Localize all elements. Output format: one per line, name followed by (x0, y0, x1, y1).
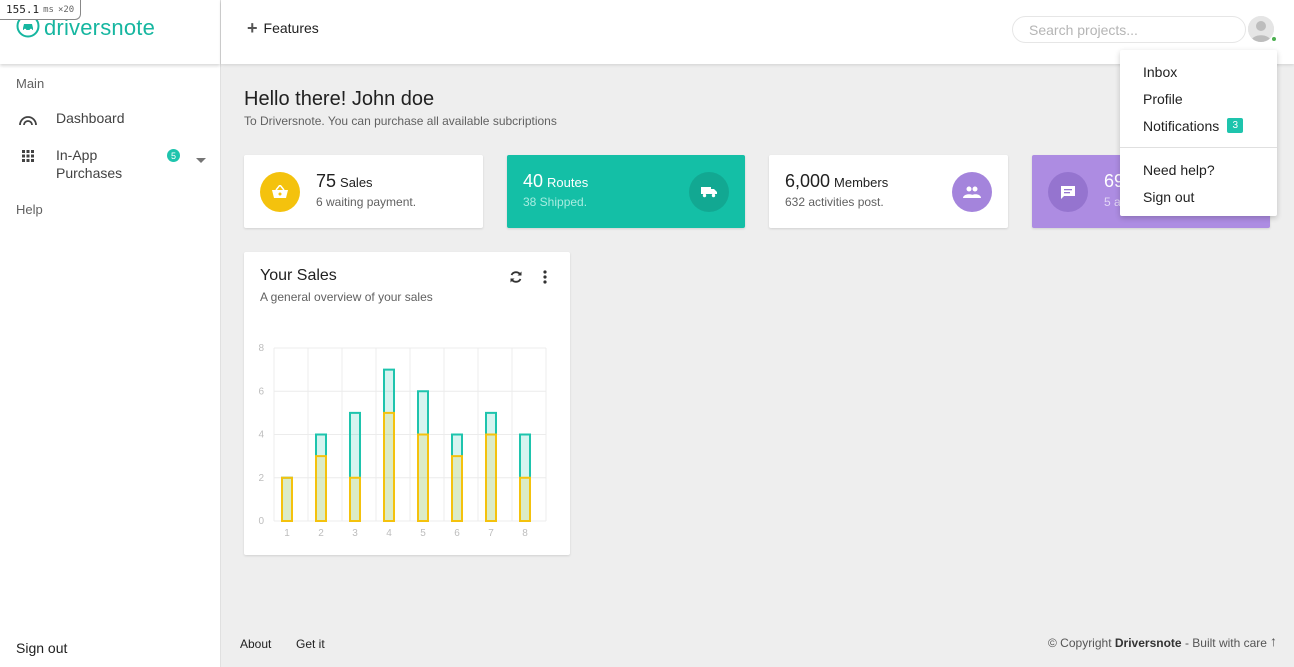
features-menu[interactable]: + Features (247, 18, 319, 38)
nav-section-main: Main (16, 76, 45, 91)
sidebar-item-label: Dashboard (56, 110, 125, 126)
chart-bar (451, 455, 463, 522)
messages-subtext: 5 a (1104, 195, 1121, 209)
search-input[interactable] (1012, 16, 1246, 43)
sidebar-item-label: In-App Purchases (56, 146, 122, 182)
sales-stat-card[interactable]: 75 Sales 6 waiting payment. (244, 155, 483, 228)
dashboard-icon (16, 110, 40, 130)
menu-divider (1120, 147, 1277, 148)
nav-section-help: Help (16, 202, 43, 217)
copyright-prefix: © Copyright (1048, 636, 1112, 650)
features-label: Features (263, 20, 319, 36)
sales-chart-card: Your Sales A general overview of your sa… (244, 252, 570, 555)
chart-bar (383, 411, 395, 522)
sales-label: Sales (340, 175, 373, 190)
sales-value: 75 (316, 171, 337, 191)
chart-bar (485, 433, 497, 522)
perf-multiplier: ×20 (57, 4, 75, 15)
apps-grid-icon (16, 146, 40, 166)
menu-item-notifications[interactable]: Notifications 3 (1120, 112, 1277, 139)
sidebar-signout-link[interactable]: Sign out (16, 640, 67, 656)
copyright-text: © Copyright Driversnote - Built with car… (1048, 636, 1267, 650)
scroll-top-icon[interactable]: ↑ (1270, 633, 1277, 649)
basket-icon (260, 172, 300, 212)
y-tick-label: 0 (258, 516, 264, 527)
routes-label: Routes (547, 175, 589, 190)
menu-item-sign-out[interactable]: Sign out (1120, 183, 1277, 210)
chart-bar (519, 476, 531, 522)
footer-about-link[interactable]: About (240, 637, 271, 651)
user-dropdown-menu: Inbox Profile Notifications 3 Need help?… (1120, 50, 1277, 216)
members-label: Members (834, 175, 889, 190)
perf-unit: ms (43, 4, 54, 15)
sidebar: driversnote Main Dashboard In-App Purcha… (0, 0, 221, 667)
truck-icon (689, 172, 729, 212)
routes-subtext: 38 Shipped. (523, 195, 588, 209)
notifications-count-badge: 3 (1227, 118, 1244, 133)
chart-bar (281, 476, 293, 522)
x-tick-label: 8 (522, 528, 528, 539)
menu-item-inbox[interactable]: Inbox (1120, 58, 1277, 85)
x-tick-label: 4 (386, 528, 392, 539)
chart-bar (349, 476, 361, 522)
menu-item-need-help[interactable]: Need help? (1120, 156, 1277, 183)
menu-item-profile[interactable]: Profile (1120, 85, 1277, 112)
page-title: Hello there! John doe (244, 88, 435, 110)
plus-icon: + (247, 18, 258, 38)
menu-item-label: Profile (1143, 90, 1183, 107)
perf-value: 155.1 (6, 3, 40, 16)
sales-bar-chart: 0 2 4 6 8 1 2 3 4 5 6 7 8 (258, 343, 547, 539)
online-status-dot (1271, 36, 1277, 42)
menu-item-label: Need help? (1143, 161, 1215, 178)
sidebar-item-label-line1: In-App (56, 147, 98, 163)
members-subtext: 632 activities post. (785, 195, 884, 209)
footer-getit-link[interactable]: Get it (296, 637, 325, 651)
chart-bar (417, 433, 429, 522)
x-tick-label: 3 (352, 528, 358, 539)
chart-bar (315, 455, 327, 522)
performance-overlay: 155.1 ms ×20 (0, 0, 82, 20)
sales-subtext: 6 waiting payment. (316, 195, 417, 209)
sidebar-item-label-line2: Purchases (56, 165, 123, 181)
sidebar-item-in-app-purchases[interactable]: In-App Purchases 5 (0, 146, 220, 182)
x-tick-label: 1 (284, 528, 290, 539)
menu-item-label: Notifications (1143, 117, 1220, 134)
chevron-down-icon[interactable] (196, 151, 206, 167)
copyright-brand: Driversnote (1114, 636, 1182, 650)
message-icon (1048, 172, 1088, 212)
menu-item-label: Sign out (1143, 188, 1195, 205)
x-tick-label: 6 (454, 528, 460, 539)
x-tick-label: 2 (318, 528, 324, 539)
routes-stat-card[interactable]: 40 Routes 38 Shipped. (507, 155, 745, 228)
purchases-count-badge: 5 (167, 149, 180, 162)
sidebar-item-dashboard[interactable]: Dashboard (0, 110, 220, 130)
y-tick-label: 8 (258, 343, 264, 354)
x-tick-label: 7 (488, 528, 494, 539)
members-stat-card[interactable]: 6,000 Members 632 activities post. (769, 155, 1008, 228)
menu-item-label: Inbox (1143, 63, 1178, 80)
members-value: 6,000 (785, 171, 831, 191)
page-subtitle: To Driversnote. You can purchase all ava… (244, 114, 557, 128)
copyright-suffix: - Built with care (1184, 636, 1267, 650)
y-tick-label: 4 (258, 430, 264, 441)
routes-value: 40 (523, 171, 544, 191)
y-tick-label: 2 (258, 473, 264, 484)
people-icon (952, 172, 992, 212)
y-tick-label: 6 (258, 386, 264, 397)
x-tick-label: 5 (420, 528, 426, 539)
